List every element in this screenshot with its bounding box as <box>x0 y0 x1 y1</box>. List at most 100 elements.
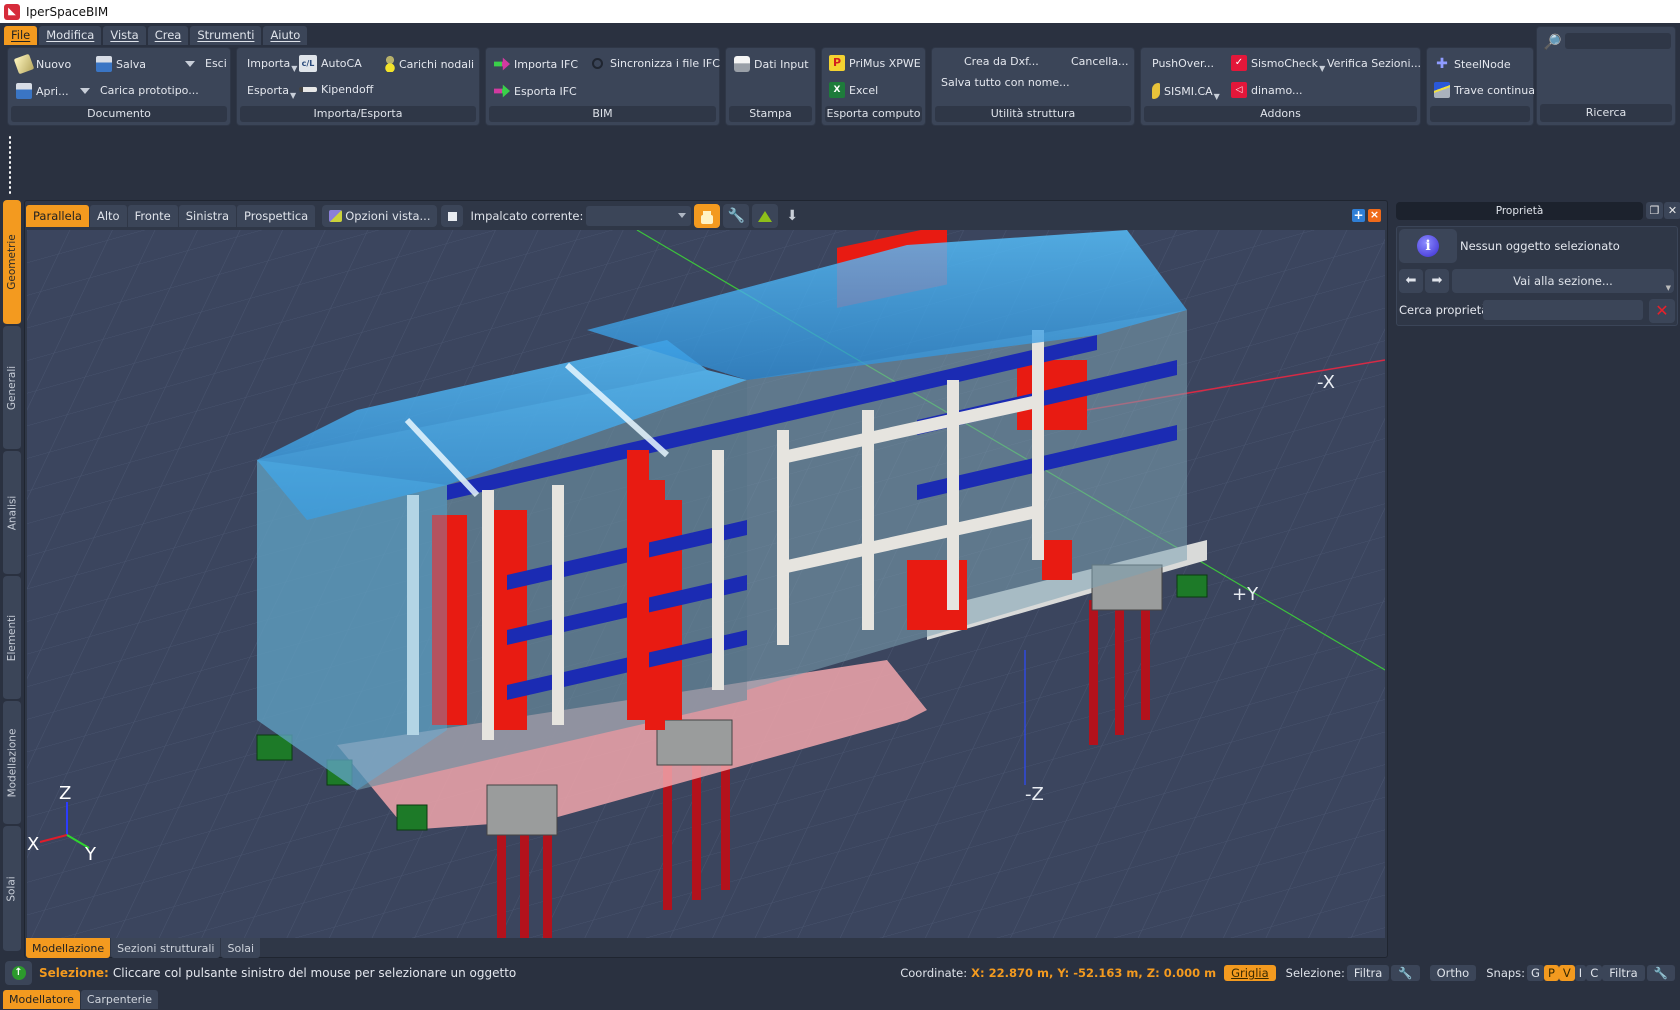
tab-solai[interactable]: Solai <box>3 826 21 952</box>
properties-body: i Nessun oggetto selezionato ⬅ ➡ Vai all… <box>1396 226 1678 326</box>
snaps-settings-button[interactable]: 🔧 <box>1646 965 1675 981</box>
primus-button[interactable]: P PriMus XPWE <box>829 55 921 71</box>
settings-button[interactable]: 🔧 <box>723 204 750 228</box>
snap-i-toggle[interactable]: I <box>1574 965 1587 981</box>
esci-button[interactable]: Esci <box>185 57 227 70</box>
importa-button[interactable]: Importa ▼ <box>247 57 298 73</box>
steelnode-button[interactable]: ✚ SteelNode <box>1434 56 1510 72</box>
clear-search-button[interactable]: ✕ <box>1649 299 1675 323</box>
tab-sezioni-strutturali[interactable]: Sezioni strutturali <box>111 938 221 958</box>
carica-prototipo-button[interactable]: Carica prototipo... <box>80 84 199 97</box>
ifc-export-icon <box>494 84 510 98</box>
snap-g-toggle[interactable]: G <box>1527 965 1544 981</box>
forward-button[interactable]: ➡ <box>1425 269 1449 293</box>
tab-elementi[interactable]: Elementi <box>3 576 21 700</box>
dati-input-button[interactable]: Dati Input <box>734 56 809 72</box>
close-panel-button[interactable]: ✕ <box>1664 202 1680 219</box>
viewport-tabs: Modellazione Sezioni strutturali Solai <box>26 938 261 958</box>
camera-button[interactable] <box>441 205 464 227</box>
excel-button[interactable]: X Excel <box>829 82 878 98</box>
dropdown-caret-icon: ▼ <box>1319 63 1326 73</box>
axis-label-neg-z: -Z <box>1025 784 1044 805</box>
griglia-toggle[interactable]: Griglia <box>1224 965 1276 981</box>
add-view-button[interactable]: + <box>1352 209 1365 222</box>
open-icon <box>16 83 32 99</box>
tab-modellatore[interactable]: Modellatore <box>3 990 80 1009</box>
apri-button[interactable]: Apri... <box>16 83 69 99</box>
ricerca-input[interactable] <box>1565 33 1671 49</box>
opzioni-vista-button[interactable]: Opzioni vista... <box>322 205 438 227</box>
3d-viewport[interactable]: -X +Y -Z Z X Y <box>27 230 1385 938</box>
selezione-filtra-button[interactable]: Filtra <box>1346 965 1390 981</box>
dropdown-caret-icon: ▼ <box>1213 91 1220 101</box>
tab-generali[interactable]: Generali <box>3 326 21 450</box>
sismica-icon <box>1152 83 1160 99</box>
view-prospettica[interactable]: Prospettica <box>237 205 316 227</box>
tab-carpenterie[interactable]: Carpenterie <box>80 990 159 1009</box>
menu-modifica[interactable]: Modifica <box>39 26 102 45</box>
vai-alla-sezione-select[interactable]: Vai alla sezione... ▼ <box>1452 269 1674 293</box>
sismocheck-button[interactable]: ✓ SismoCheck ▼ <box>1231 55 1326 73</box>
cerca-proprieta-input[interactable] <box>1483 300 1643 320</box>
cancella-button[interactable]: Cancella... <box>1071 55 1129 68</box>
view-parallela[interactable]: Parallela <box>26 205 89 227</box>
salva-tutto-button[interactable]: Salva tutto con nome... <box>941 76 1070 89</box>
close-icon: ✕ <box>1667 204 1678 217</box>
view-sinistra[interactable]: Sinistra <box>178 205 236 227</box>
pushover-button[interactable]: PushOver... <box>1152 57 1214 70</box>
menu-crea[interactable]: Crea <box>147 26 189 45</box>
3d-scene[interactable]: -X +Y -Z Z X Y <box>27 230 1385 938</box>
axis-label-pos-y: +Y <box>1232 584 1259 605</box>
carichi-nodali-button[interactable]: Carichi nodali <box>385 56 474 72</box>
menu-vista[interactable]: Vista <box>103 26 146 45</box>
selezione-settings-button[interactable]: 🔧 <box>1391 965 1420 981</box>
kipendoff-button[interactable]: Kipendoff <box>299 83 373 96</box>
tab-geometrie[interactable]: Geometrie <box>3 200 21 325</box>
nuovo-button[interactable]: Nuovo <box>13 53 71 75</box>
sincronizza-ifc-button[interactable]: Sincronizza i file IFC <box>592 57 720 70</box>
view-fronte[interactable]: Fronte <box>127 205 178 227</box>
importa-ifc-button[interactable]: Importa IFC <box>494 56 578 72</box>
verifica-sezioni-button[interactable]: Verifica Sezioni... <box>1327 57 1421 70</box>
home-button[interactable] <box>752 204 779 228</box>
dinamo-icon: ◁ <box>1231 82 1247 98</box>
menu-aiuto[interactable]: Aiuto <box>263 26 308 45</box>
toolbar-grip-handle[interactable] <box>8 135 12 195</box>
tab-modellazione[interactable]: Modellazione <box>3 701 21 825</box>
lock-button[interactable] <box>694 204 721 228</box>
status-up-button[interactable]: ↑ <box>5 961 32 985</box>
crea-da-dxf-button[interactable]: Crea da Dxf... <box>964 55 1039 68</box>
snap-v-toggle[interactable]: V <box>1558 965 1575 981</box>
app-logo-icon: ◣ <box>4 3 20 20</box>
group-label: Ricerca <box>1540 104 1672 122</box>
axis-label-neg-x: -X <box>1317 372 1335 393</box>
arrow-down-icon[interactable]: ⬇ <box>786 208 798 224</box>
esporta-ifc-button[interactable]: Esporta IFC <box>494 83 577 99</box>
view-alto[interactable]: Alto <box>89 205 127 227</box>
dinamo-button[interactable]: ◁ dinamo... <box>1231 82 1303 98</box>
salva-button[interactable]: Salva <box>96 56 146 72</box>
snaps-filtra-button[interactable]: Filtra <box>1602 965 1645 981</box>
back-button[interactable]: ⬅ <box>1399 269 1423 293</box>
float-panel-button[interactable]: ❐ <box>1646 202 1663 219</box>
sismica-button[interactable]: SISMI.CA ▼ <box>1152 83 1220 101</box>
autocad-button[interactable]: c/L AutoCA <box>299 55 362 72</box>
tab-solai-view[interactable]: Solai <box>221 938 261 958</box>
snap-c-toggle[interactable]: C <box>1586 965 1603 981</box>
snap-p-toggle[interactable]: P <box>1543 965 1559 981</box>
close-icon: ✕ <box>1655 301 1669 320</box>
esporta-button[interactable]: Esporta ▼ <box>247 84 296 100</box>
tab-modellazione-view[interactable]: Modellazione <box>26 938 111 958</box>
info-button[interactable]: i <box>1399 229 1457 263</box>
menu-file[interactable]: File <box>4 26 38 45</box>
menu-strumenti[interactable]: Strumenti <box>190 26 262 45</box>
tab-analisi[interactable]: Analisi <box>3 451 21 575</box>
close-view-button[interactable]: × <box>1368 209 1381 222</box>
trave-continua-button[interactable]: Trave continua <box>1434 82 1535 98</box>
selection-mode-label: Selezione: <box>39 966 109 980</box>
left-vertical-tabs: Geometrie Generali Analisi Elementi Mode… <box>3 200 21 955</box>
cerca-proprieta-label: Cerca proprietà: <box>1399 303 1493 317</box>
dropdown-caret-icon: ▼ <box>291 64 298 73</box>
ortho-toggle[interactable]: Ortho <box>1429 965 1477 981</box>
impalcato-select[interactable] <box>586 206 692 226</box>
